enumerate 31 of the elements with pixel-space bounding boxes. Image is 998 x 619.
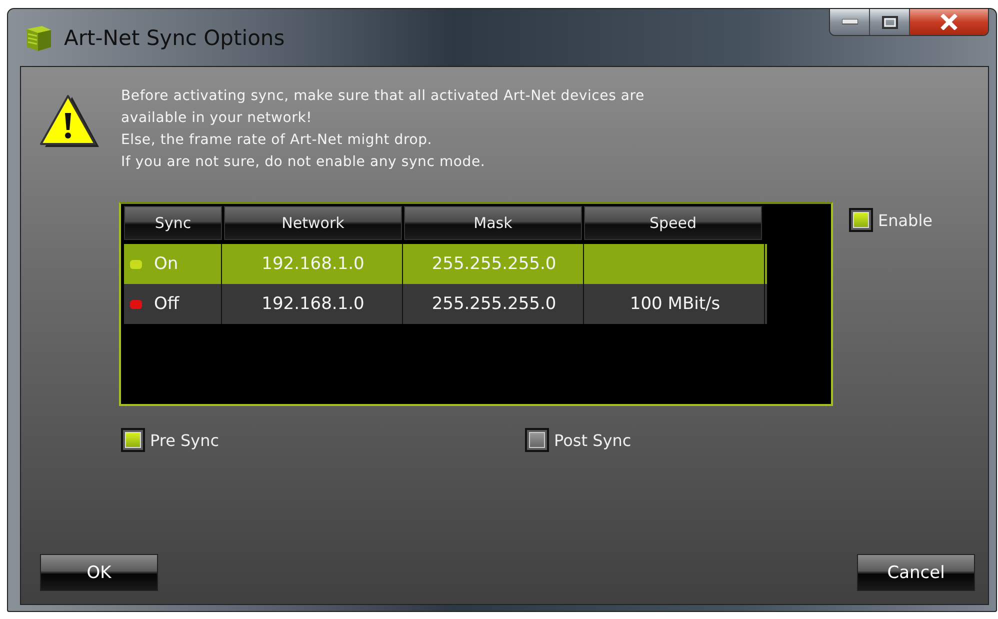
checkbox-label: Enable [878,210,932,230]
checkbox[interactable] [525,428,549,452]
checkbox[interactable] [121,428,145,452]
table-cell: 100 MBit/s [630,294,720,314]
column-header[interactable]: Speed [584,206,762,240]
warning-text: Else, the frame rate of Art-Net might drop. [121,131,434,150]
checkbox[interactable] [849,208,873,232]
table-cell: 192.168.1.0 [262,254,364,274]
table-cell: 255.255.255.0 [432,254,556,274]
minimize-icon [842,19,858,25]
checkbox-label: Post Sync [554,430,632,450]
cancel-button[interactable]: Cancel [857,554,975,591]
close-button[interactable] [910,9,988,35]
minimize-button[interactable] [830,9,870,35]
warning-text: available in your network! [121,109,314,128]
table-row[interactable]: Off 192.168.1.0 255.255.255.0 100 MBit/s [124,284,767,324]
warning-text: Before activating sync, make sure that all activated Art-Net devices are [121,87,644,106]
checkbox-label: Pre Sync [150,430,220,450]
column-header[interactable]: Network [224,206,402,240]
column-header[interactable]: Sync [124,206,222,240]
maximize-icon [882,16,898,28]
ok-button[interactable]: OK [40,554,158,591]
table-cell: On [154,254,178,274]
maximize-button[interactable] [870,9,910,35]
window-title: Art-Net Sync Options [64,26,285,50]
table-cell: 192.168.1.0 [262,294,364,314]
table-cell: Off [154,294,180,314]
column-header[interactable]: Mask [404,206,582,240]
table-cell: 255.255.255.0 [432,294,556,314]
warning-text: If you are not sure, do not enable any sync mode. [121,153,486,172]
close-icon [940,14,958,30]
